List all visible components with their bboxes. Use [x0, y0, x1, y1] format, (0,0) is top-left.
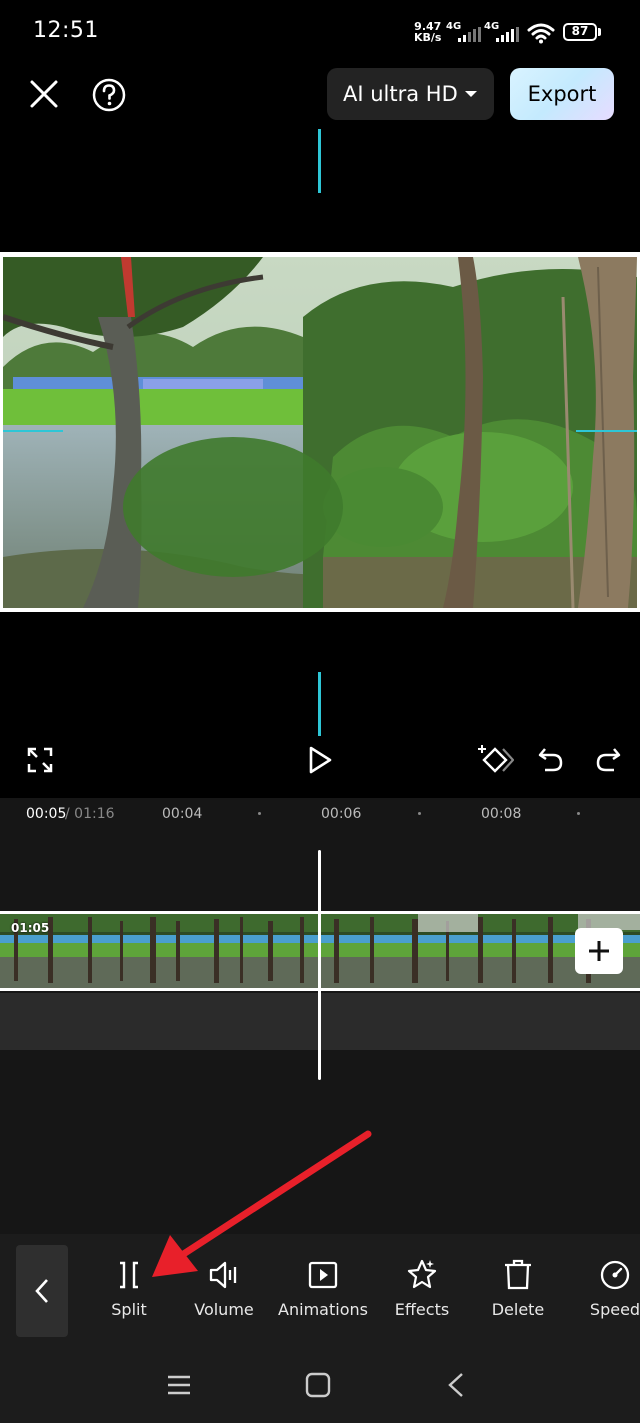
- export-button[interactable]: Export: [510, 68, 614, 120]
- battery-icon: 87: [563, 23, 597, 41]
- add-clip-button[interactable]: [575, 928, 623, 974]
- delete-tool[interactable]: Delete: [468, 1258, 568, 1319]
- chevron-down-icon: [465, 91, 477, 97]
- total-duration: / 01:16: [65, 806, 115, 822]
- speed-label: Speed: [589, 1300, 640, 1319]
- wifi-icon: [527, 23, 555, 44]
- signal-sim1-icon: 4G: [446, 21, 486, 43]
- toolbar-back-button[interactable]: [16, 1245, 68, 1337]
- clip-duration: 01:05: [11, 921, 50, 935]
- delete-icon: [505, 1259, 531, 1290]
- fullscreen-icon[interactable]: [26, 746, 54, 774]
- time-ruler: 00:05 / 01:16 00:04 00:06 00:08: [0, 798, 640, 832]
- quality-dropdown[interactable]: AI ultra HD: [327, 68, 494, 120]
- effects-tool[interactable]: Effects: [372, 1258, 472, 1319]
- split-label: Split: [111, 1300, 147, 1319]
- ruler-dot: [418, 812, 421, 815]
- undo-icon[interactable]: [537, 745, 565, 773]
- redo-icon[interactable]: [594, 745, 622, 773]
- network-speed: 9.47 KB/s: [414, 21, 441, 43]
- ruler-tick: 00:08: [481, 806, 522, 822]
- home-icon[interactable]: [305, 1372, 331, 1398]
- current-time: 00:05: [26, 806, 67, 822]
- volume-label: Volume: [194, 1300, 254, 1319]
- video-frame: [3, 257, 637, 608]
- effects-label: Effects: [394, 1300, 450, 1319]
- close-icon[interactable]: [24, 74, 64, 114]
- help-icon[interactable]: [88, 74, 130, 116]
- playhead[interactable]: [318, 850, 321, 1080]
- ruler-tick: 00:04: [162, 806, 203, 822]
- delete-label: Delete: [491, 1300, 545, 1319]
- back-icon[interactable]: [446, 1372, 466, 1398]
- alignment-guide-right: [576, 430, 637, 432]
- annotation-arrow: [152, 1130, 372, 1277]
- battery-level: 87: [571, 24, 589, 38]
- chevron-left-icon: [35, 1279, 48, 1303]
- ruler-dot: [577, 812, 580, 815]
- alignment-guide-top: [318, 129, 321, 193]
- effects-icon: [407, 1259, 437, 1289]
- plus-icon: [589, 941, 609, 961]
- speed-icon: [600, 1260, 630, 1290]
- ruler-tick: 00:06: [321, 806, 362, 822]
- alignment-guide-left: [3, 430, 63, 432]
- quality-label: AI ultra HD: [343, 82, 458, 106]
- ruler-dot: [258, 812, 261, 815]
- play-icon[interactable]: [306, 745, 334, 775]
- clock: 12:51: [33, 18, 99, 43]
- video-preview[interactable]: [0, 252, 640, 612]
- animations-label: Animations: [278, 1300, 368, 1319]
- recent-apps-icon[interactable]: [166, 1374, 192, 1396]
- keyframe-add-icon[interactable]: [478, 743, 514, 775]
- battery-tip: [598, 28, 601, 36]
- signal-sim2-icon: 4G: [484, 21, 524, 43]
- speed-tool[interactable]: Speed: [565, 1258, 640, 1319]
- alignment-guide-bottom: [318, 672, 321, 736]
- network-speed-unit: KB/s: [414, 31, 442, 44]
